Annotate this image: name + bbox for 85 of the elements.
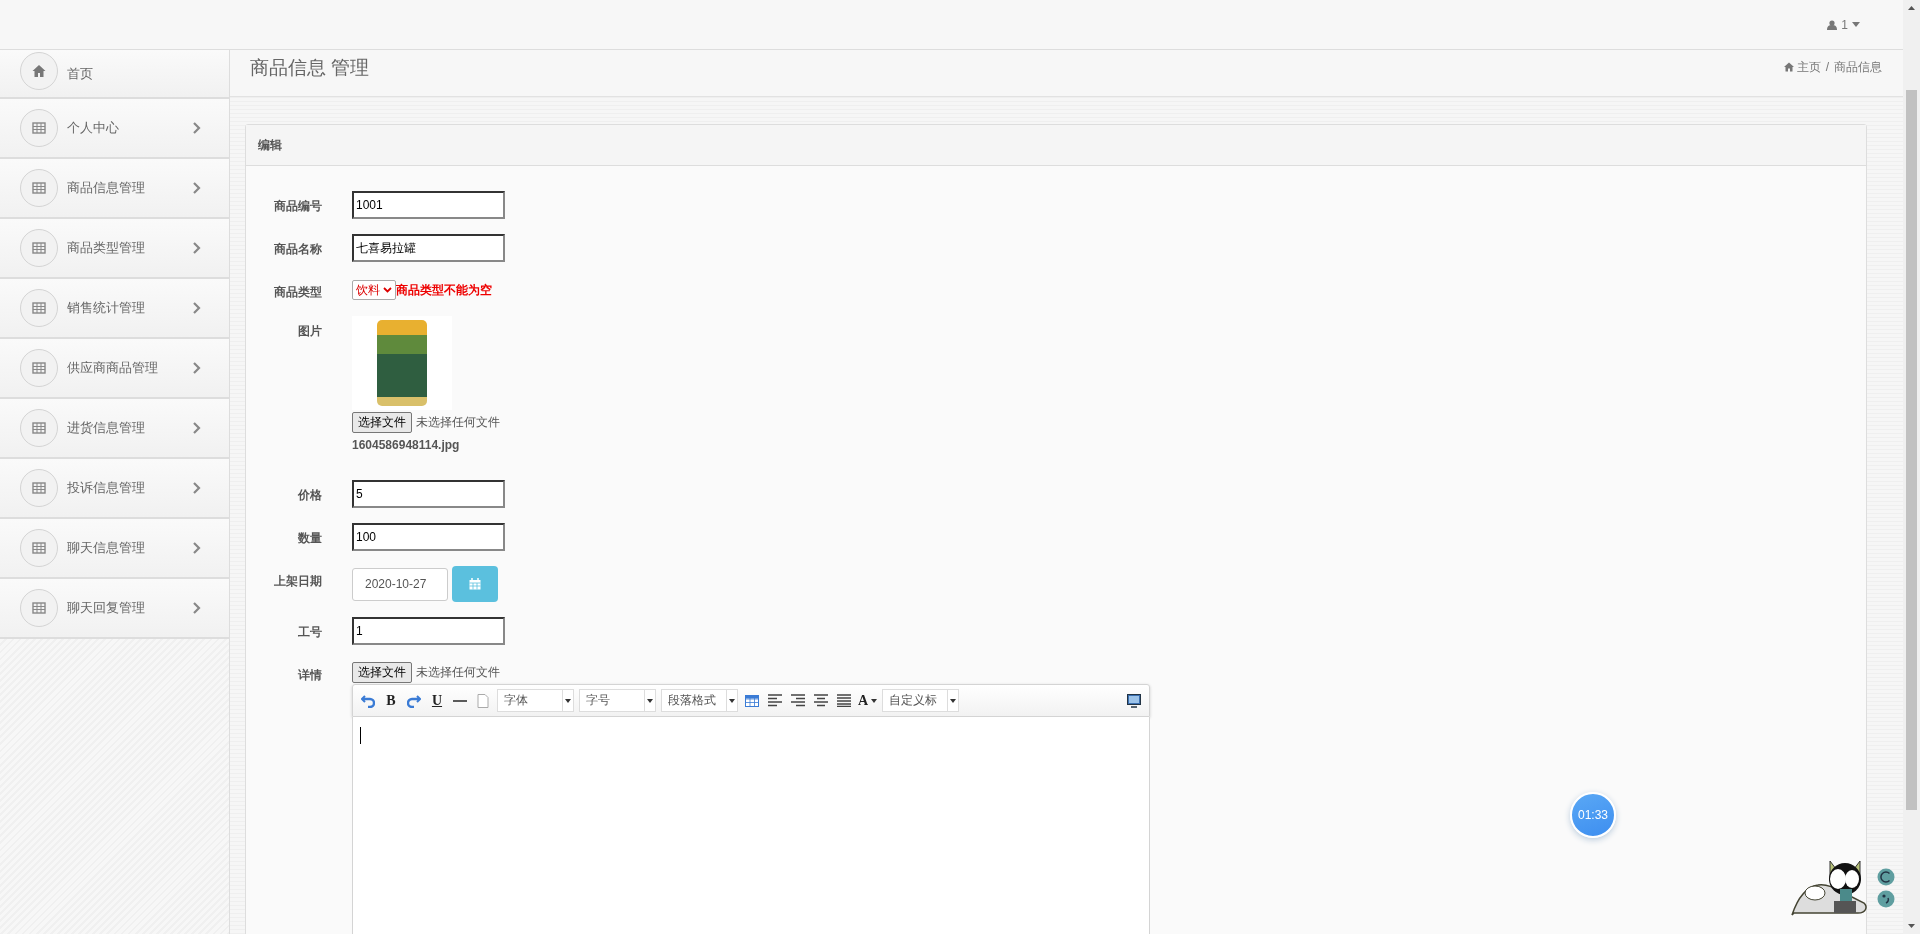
underline-button[interactable]: U <box>428 690 446 711</box>
caret-icon <box>871 698 878 703</box>
grid-icon <box>32 481 46 495</box>
align-left-icon <box>768 694 782 707</box>
chevron-icon <box>192 602 201 614</box>
text-field[interactable]: 1 <box>352 617 505 645</box>
user-icon <box>1827 19 1838 30</box>
caret-icon <box>950 698 957 703</box>
field-label: 工号 <box>298 624 322 641</box>
grid-icon <box>32 121 46 135</box>
align-right-icon <box>791 694 805 707</box>
undo-icon <box>361 693 375 708</box>
page-icon <box>477 693 489 708</box>
table-icon <box>745 694 759 707</box>
breadcrumb-link[interactable]: 商品信息 <box>1834 58 1882 76</box>
chevron-icon <box>192 362 201 374</box>
chevron-icon <box>192 542 201 554</box>
breadcrumb-separator: / <box>1825 60 1829 74</box>
align-center-icon <box>814 694 828 707</box>
file-status: 未选择任何文件 <box>416 664 500 681</box>
text-field[interactable]: 1001 <box>352 191 505 219</box>
sidebar-item[interactable]: 商品类型管理 <box>0 219 229 279</box>
sidebar-item[interactable]: 销售统计管理 <box>0 279 229 339</box>
grid-icon <box>32 301 46 315</box>
grid-icon <box>32 181 46 195</box>
field-label: 数量 <box>298 530 322 547</box>
field-label: 商品类型 <box>274 284 322 301</box>
file-name: 1604586948114.jpg <box>352 438 460 452</box>
chevron-icon <box>192 302 201 314</box>
grid-icon <box>32 421 46 435</box>
sidebar-item[interactable]: 首页 <box>0 50 229 99</box>
grid-icon <box>32 361 46 375</box>
error-message: 商品类型不能为空 <box>396 281 492 299</box>
field-label: 价格 <box>298 487 322 504</box>
field-label: 图片 <box>298 323 322 340</box>
file-status: 未选择任何文件 <box>416 414 500 431</box>
toolbar-dropdown[interactable]: 字号 <box>579 689 656 712</box>
grid-icon <box>32 241 46 255</box>
refresh-icon <box>1877 868 1895 886</box>
toolbar-dropdown[interactable]: 字体 <box>497 689 574 712</box>
sidebar-item[interactable]: 聊天信息管理 <box>0 519 229 579</box>
caret-icon <box>729 698 735 703</box>
page-title: 商品信息 管理 <box>250 56 370 80</box>
type-select[interactable]: 饮料 <box>352 280 396 300</box>
caret-icon <box>383 287 392 293</box>
monitor-icon <box>1127 693 1141 708</box>
sidebar-item[interactable]: 投诉信息管理 <box>0 459 229 519</box>
date-field[interactable]: 2020-10-27 <box>352 567 448 601</box>
choose-file-button[interactable]: 选择文件 <box>352 412 412 433</box>
home-icon <box>32 63 46 78</box>
chevron-icon <box>192 482 201 494</box>
chevron-icon <box>192 422 201 434</box>
grid-icon <box>32 541 46 555</box>
text-field[interactable]: 100 <box>352 523 505 551</box>
calendar-icon <box>469 578 481 590</box>
caret-icon <box>565 698 571 703</box>
home-icon <box>1783 62 1794 72</box>
redo-icon <box>407 693 421 708</box>
field-label: 商品名称 <box>274 241 322 258</box>
user-menu[interactable]: 1 <box>1827 17 1860 32</box>
field-label: 详情 <box>298 667 322 684</box>
font-color-button[interactable]: A <box>858 690 878 711</box>
field-label: 上架日期 <box>274 573 322 590</box>
chat-icon <box>1877 890 1895 908</box>
toolbar-dropdown[interactable]: 段落格式 <box>661 689 738 712</box>
text-field[interactable]: 七喜易拉罐 <box>352 234 505 262</box>
panel-title: 编辑 <box>246 125 1866 166</box>
text-field[interactable]: 5 <box>352 480 505 508</box>
justify-icon <box>837 694 851 707</box>
sidebar-item[interactable]: 个人中心 <box>0 99 229 159</box>
chevron-icon <box>192 122 201 134</box>
breadcrumb-link[interactable]: 主页 <box>1783 58 1821 76</box>
chevron-icon <box>192 182 201 194</box>
caret-icon <box>647 698 653 703</box>
toolbar-dropdown[interactable]: 自定义标 <box>882 689 960 712</box>
field-label: 商品编号 <box>274 198 322 215</box>
chevron-icon <box>192 242 201 254</box>
sidebar-item[interactable]: 商品信息管理 <box>0 159 229 219</box>
caret-icon <box>1852 22 1860 27</box>
choose-file-button[interactable]: 选择文件 <box>352 662 412 683</box>
sidebar-item[interactable]: 进货信息管理 <box>0 399 229 459</box>
sidebar-item[interactable]: 供应商商品管理 <box>0 339 229 399</box>
grid-icon <box>32 601 46 615</box>
sidebar-item[interactable]: 聊天回复管理 <box>0 579 229 639</box>
bold-button[interactable]: B <box>382 690 400 711</box>
